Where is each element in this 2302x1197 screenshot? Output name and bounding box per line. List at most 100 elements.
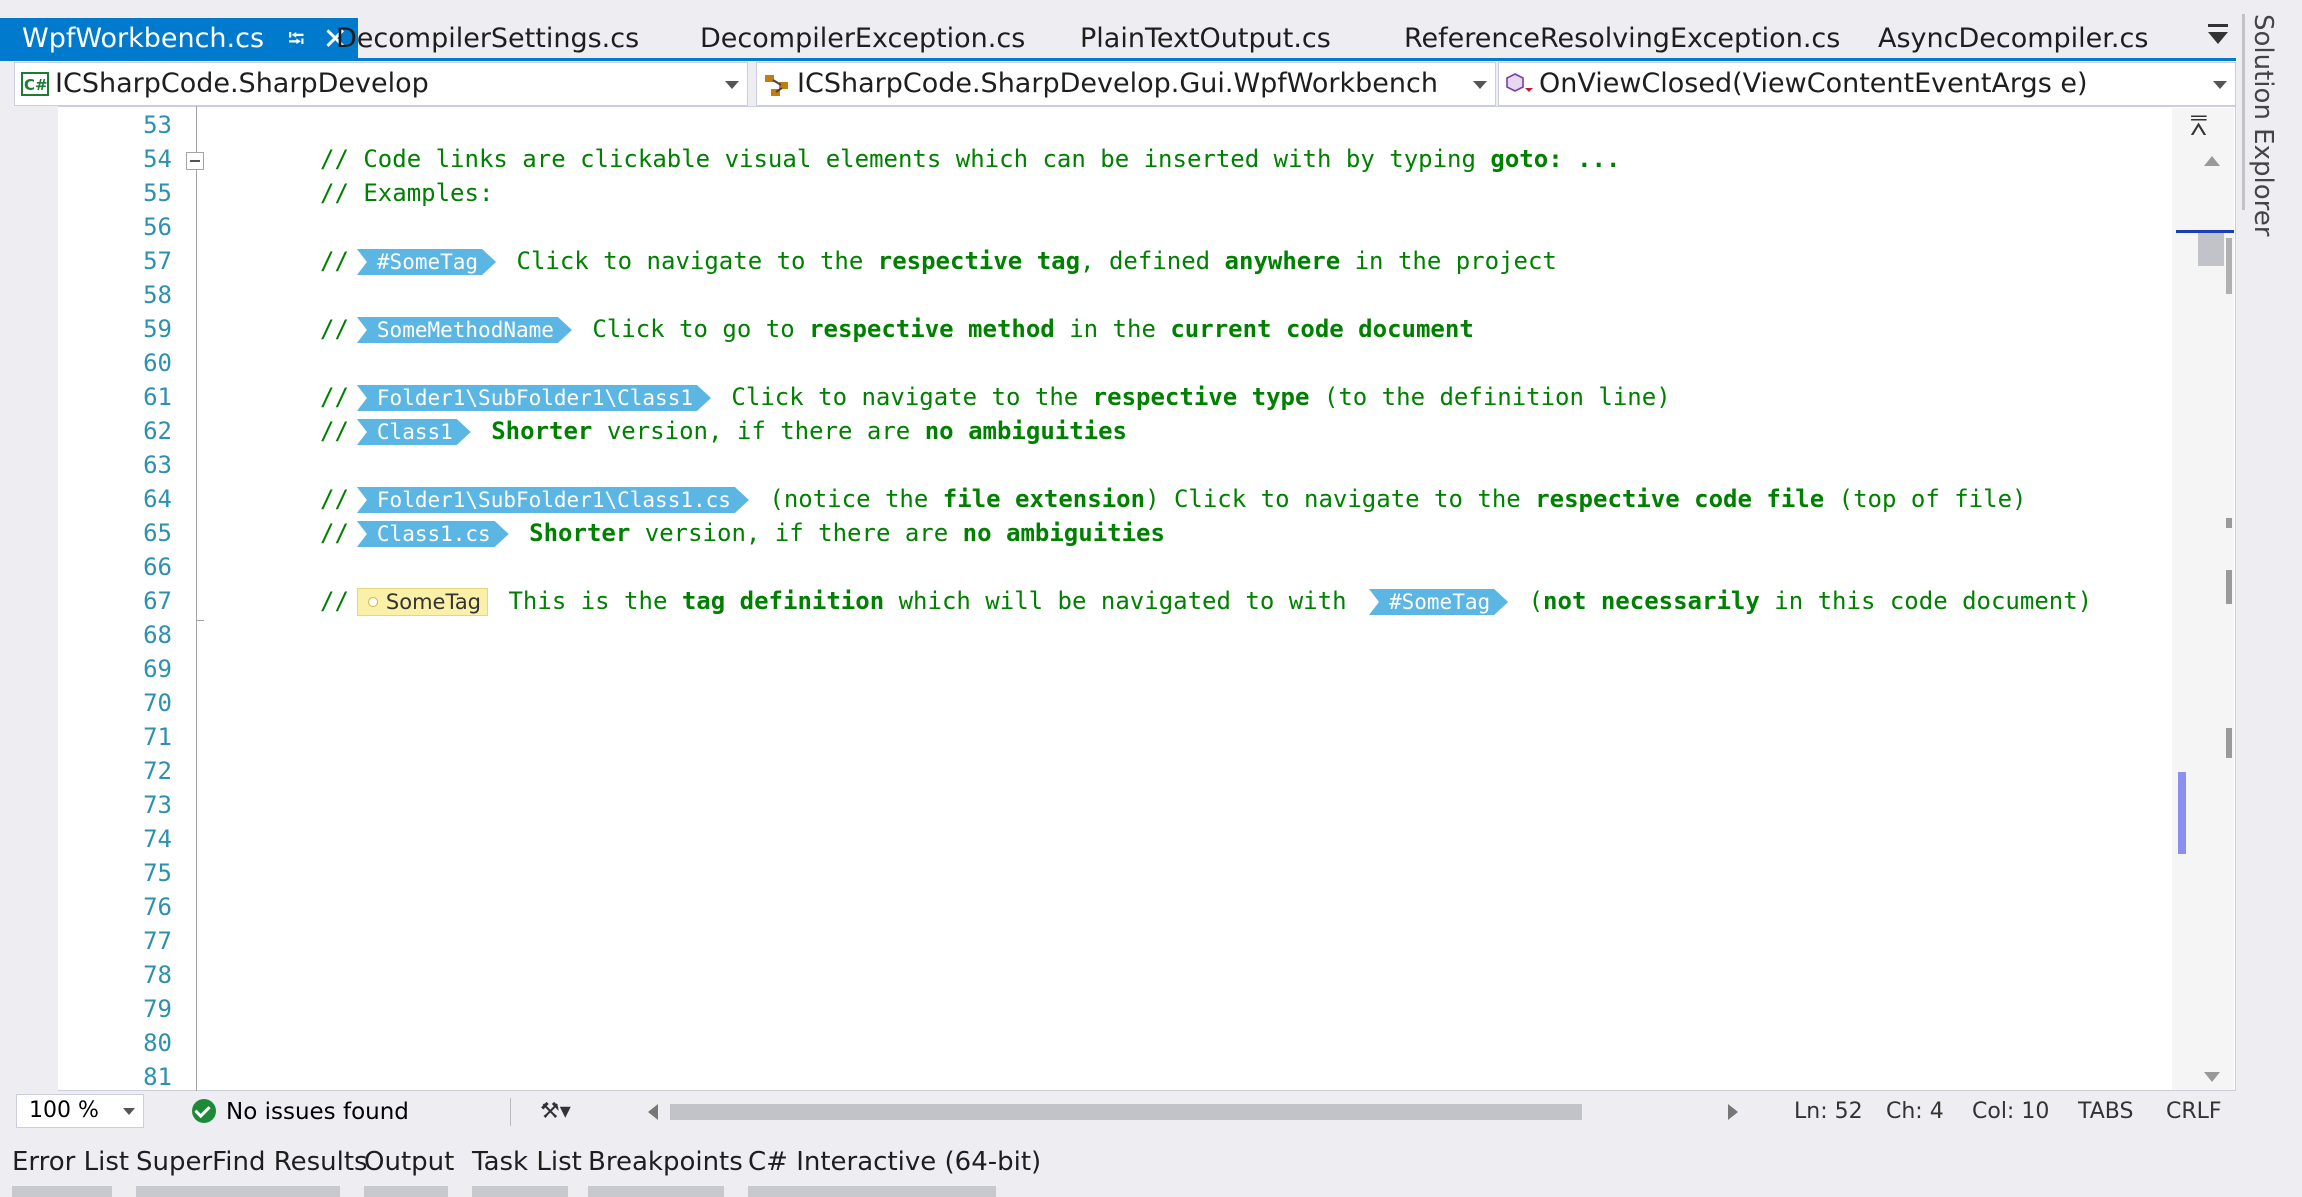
tab-wpfworkbench[interactable]: WpfWorkbench.cs ⭾ ✕ bbox=[0, 18, 358, 60]
member-name: OnViewClosed(ViewContentEventArgs e) bbox=[1539, 68, 2088, 99]
chevron-down-icon bbox=[1473, 81, 1487, 89]
tab-referenceresolvingexception[interactable]: ReferenceResolvingException.cs bbox=[1404, 18, 1840, 60]
code-link-sometag[interactable]: #SomeTag bbox=[1369, 589, 1508, 615]
glyph-margin[interactable] bbox=[14, 106, 58, 1091]
code-link-file[interactable]: Folder1\SubFolder1\Class1.cs bbox=[357, 487, 749, 513]
chevron-down-icon bbox=[2213, 81, 2227, 89]
line-number: 66 bbox=[143, 553, 172, 581]
type-dropdown[interactable]: ICSharpCode.SharpDevelop.Gui.WpfWorkbenc… bbox=[756, 62, 1496, 106]
tab-task-list[interactable]: Task List bbox=[472, 1142, 582, 1182]
project-name: ICSharpCode.SharpDevelop bbox=[55, 68, 429, 99]
tab-overflow-icon[interactable] bbox=[2205, 20, 2231, 48]
line-number: 80 bbox=[143, 1029, 172, 1057]
line-number: 61 bbox=[143, 383, 172, 411]
code-text-area[interactable]: // Code links are clickable visual eleme… bbox=[320, 108, 2170, 618]
tag-definition[interactable]: SomeTag bbox=[356, 588, 489, 616]
tab-label: ReferenceResolvingException.cs bbox=[1404, 23, 1841, 54]
tab-output[interactable]: Output bbox=[364, 1142, 454, 1182]
project-dropdown[interactable]: C# ICSharpCode.SharpDevelop bbox=[14, 62, 748, 106]
tab-underline bbox=[748, 1186, 996, 1197]
code-link-type[interactable]: Folder1\SubFolder1\Class1 bbox=[357, 385, 711, 411]
hscroll-thumb[interactable] bbox=[670, 1104, 1582, 1120]
scroll-map-marker bbox=[2226, 728, 2232, 758]
tab-label: WpfWorkbench.cs bbox=[22, 23, 265, 54]
line-number: 71 bbox=[143, 723, 172, 751]
line-ending[interactable]: CRLF bbox=[2166, 1096, 2222, 1128]
outlining-end-marker bbox=[196, 620, 204, 621]
check-circle-icon bbox=[192, 1099, 216, 1123]
tab-plaintextoutput[interactable]: PlainTextOutput.cs bbox=[1080, 18, 1331, 60]
char-indicator[interactable]: Ch: 4 bbox=[1886, 1096, 1944, 1128]
change-tracking-marker bbox=[2178, 772, 2186, 854]
zoom-value: 100 % bbox=[29, 1098, 99, 1123]
tab-breakpoints[interactable]: Breakpoints bbox=[588, 1142, 743, 1182]
zoom-dropdown[interactable]: 100 % bbox=[16, 1094, 144, 1128]
scroll-left-icon[interactable] bbox=[648, 1104, 658, 1120]
chevron-down-icon bbox=[725, 81, 739, 89]
code-line-67: //SomeTag This is the tag definition whi… bbox=[320, 587, 2093, 616]
member-dropdown[interactable]: OnViewClosed(ViewContentEventArgs e) bbox=[1498, 62, 2236, 106]
brush-icon[interactable]: ⚒▾ bbox=[540, 1096, 571, 1128]
issues-status[interactable]: No issues found bbox=[226, 1096, 409, 1128]
tab-label: DecompilerException.cs bbox=[700, 23, 1026, 54]
chevron-down-icon bbox=[123, 1108, 135, 1115]
indent-mode[interactable]: TABS bbox=[2078, 1096, 2133, 1128]
line-number: 53 bbox=[143, 111, 172, 139]
line-number: 79 bbox=[143, 995, 172, 1023]
line-number: 64 bbox=[143, 485, 172, 513]
line-number: 63 bbox=[143, 451, 172, 479]
line-number: 62 bbox=[143, 417, 172, 445]
line-number: 70 bbox=[143, 689, 172, 717]
tab-asyncdecompiler[interactable]: AsyncDecompiler.cs bbox=[1878, 18, 2148, 60]
code-line-54: // Code links are clickable visual eleme… bbox=[320, 145, 1621, 173]
code-line-61: //Folder1\SubFolder1\Class1 Click to nav… bbox=[320, 383, 1671, 411]
tab-label: DecompilerSettings.cs bbox=[336, 23, 640, 54]
tab-underline bbox=[364, 1186, 448, 1197]
code-link-sometag[interactable]: #SomeTag bbox=[357, 249, 496, 275]
tab-decompilersettings[interactable]: DecompilerSettings.cs bbox=[336, 18, 639, 60]
code-line-62: //Class1 Shorter version, if there are n… bbox=[320, 417, 1128, 445]
code-link-method[interactable]: SomeMethodName bbox=[357, 317, 572, 343]
line-number: 59 bbox=[143, 315, 172, 343]
scroll-right-icon[interactable] bbox=[1728, 1104, 1738, 1120]
line-number: 81 bbox=[143, 1063, 172, 1091]
scroll-down-icon[interactable] bbox=[2204, 1072, 2220, 1082]
line-number: 75 bbox=[143, 859, 172, 887]
tab-error-list[interactable]: Error List bbox=[12, 1142, 129, 1182]
csharp-project-icon: C# bbox=[21, 72, 49, 96]
line-number-gutter: 53 54 55 56 57 58 59 60 61 62 63 64 65 66 67 68 69 70 71 72… bbox=[58, 108, 172, 1094]
line-number: 56 bbox=[143, 213, 172, 241]
tab-underline bbox=[136, 1186, 340, 1197]
scrollbar-thumb[interactable] bbox=[2198, 232, 2224, 266]
code-line-64: //Folder1\SubFolder1\Class1.cs (notice t… bbox=[320, 485, 2027, 513]
code-link-type-short[interactable]: Class1 bbox=[357, 419, 471, 445]
scroll-map-marker bbox=[2226, 518, 2232, 528]
collapse-icon[interactable] bbox=[186, 152, 204, 170]
pin-icon[interactable]: ⭾ bbox=[288, 19, 305, 61]
tab-superfind-results[interactable]: SuperFind Results bbox=[136, 1142, 368, 1182]
tab-underline bbox=[588, 1186, 724, 1197]
code-line-65: //Class1.cs Shorter version, if there ar… bbox=[320, 519, 1165, 547]
line-indicator[interactable]: Ln: 52 bbox=[1794, 1096, 1863, 1128]
code-line-55: // Examples: bbox=[320, 179, 494, 207]
solution-explorer-tab[interactable]: Solution Explorer bbox=[2248, 14, 2278, 236]
tab-csharp-interactive[interactable]: C# Interactive (64-bit) bbox=[748, 1142, 1041, 1182]
column-indicator[interactable]: Col: 10 bbox=[1972, 1096, 2049, 1128]
code-link-file-short[interactable]: Class1.cs bbox=[357, 521, 509, 547]
split-window-icon[interactable]: ⩞ bbox=[2190, 112, 2207, 140]
scroll-map-marker bbox=[2226, 238, 2232, 294]
scroll-up-icon[interactable] bbox=[2204, 156, 2220, 166]
type-name: ICSharpCode.SharpDevelop.Gui.WpfWorkbenc… bbox=[797, 68, 1438, 99]
document-tab-strip: WpfWorkbench.cs ⭾ ✕ DecompilerSettings.cs … bbox=[0, 18, 2240, 60]
line-number: 72 bbox=[143, 757, 172, 785]
tab-decompilerexception[interactable]: DecompilerException.cs bbox=[700, 18, 1025, 60]
scroll-map-marker bbox=[2226, 570, 2232, 604]
line-number: 69 bbox=[143, 655, 172, 683]
tab-label: PlainTextOutput.cs bbox=[1080, 23, 1331, 54]
line-number: 65 bbox=[143, 519, 172, 547]
